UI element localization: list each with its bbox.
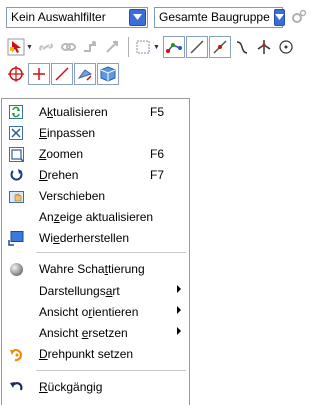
toolbar-row-1: Kein Auswahlfilter Gesamte Baugruppe	[6, 5, 311, 29]
constraint-icon[interactable]	[80, 37, 100, 57]
selection-filter-value: Kein Auswahlfilter	[11, 10, 106, 24]
axis-tool-icon[interactable]	[254, 37, 274, 57]
menu-item-drehen[interactable]: Drehen F7	[2, 165, 189, 186]
menu-separator	[36, 370, 186, 371]
restore-icon	[8, 230, 24, 246]
menu-item-label: Rückgängig	[39, 380, 103, 394]
menu-item-label: Aktualisieren	[39, 105, 108, 119]
context-menu: Aktualisieren F5 Einpassen Zoomen F6 Dre…	[1, 98, 190, 405]
menu-item-verschieben[interactable]: Verschieben	[2, 186, 189, 207]
toolbar-row-2: ▼ ▼	[6, 35, 298, 59]
crosshair-icon[interactable]	[28, 63, 50, 85]
select-tool-icon[interactable]	[6, 37, 26, 57]
box-select-icon[interactable]	[133, 37, 153, 57]
pivot-icon	[8, 346, 24, 362]
menu-item-label: Anzeige aktualisieren	[39, 210, 154, 224]
menu-item-label: Drehpunkt setzen	[39, 347, 134, 361]
curve-tool-icon[interactable]	[232, 37, 252, 57]
fit-icon	[8, 125, 24, 141]
refresh-icon	[8, 104, 24, 120]
center-circle-icon[interactable]	[6, 64, 26, 84]
menu-item-label: Ansicht orientieren	[39, 305, 139, 319]
assembly-scope-dropdown[interactable]: Gesamte Baugruppe	[154, 6, 285, 28]
shortcut-label: F5	[150, 105, 165, 119]
link-icon[interactable]	[36, 37, 56, 57]
diagonal-line-icon[interactable]	[51, 63, 73, 85]
rotate-icon	[8, 167, 24, 183]
menu-item-wiederherstellen[interactable]: Wiederherstellen	[2, 228, 189, 249]
cube-view-icon[interactable]	[97, 63, 119, 85]
shading-icon	[8, 261, 24, 277]
line-with-points-icon[interactable]	[208, 36, 231, 58]
menu-item-ansicht-ersetzen[interactable]: Ansicht ersetzen	[2, 323, 189, 344]
toolbar-separator	[127, 37, 129, 57]
menu-item-einpassen[interactable]: Einpassen	[2, 123, 189, 144]
menu-item-label: Drehen	[39, 168, 79, 182]
menu-item-zoomen[interactable]: Zoomen F6	[2, 144, 189, 165]
submenu-arrow-icon	[177, 306, 181, 314]
dropdown-arrow-icon[interactable]: ▼	[26, 44, 33, 51]
menu-item-label: Wiederherstellen	[39, 231, 130, 245]
settings-icon[interactable]	[289, 7, 309, 27]
selection-filter-dropdown[interactable]: Kein Auswahlfilter	[6, 6, 148, 28]
menu-item-rueckgaengig[interactable]: Rückgängig	[2, 377, 189, 398]
assembly-scope-value: Gesamte Baugruppe	[159, 10, 270, 24]
menu-item-label: Darstellungsart	[39, 284, 120, 298]
chevron-down-icon[interactable]	[129, 8, 146, 26]
menu-item-label: Verschieben	[39, 189, 106, 203]
zoom-icon	[8, 146, 24, 162]
dropdown-arrow-icon[interactable]: ▼	[153, 44, 160, 51]
submenu-arrow-icon	[177, 285, 181, 293]
submenu-arrow-icon	[177, 327, 181, 335]
align-icon[interactable]	[102, 37, 122, 57]
points-tool-icon[interactable]	[162, 36, 185, 58]
chain-icon[interactable]	[58, 37, 78, 57]
toolbar-area: Kein Auswahlfilter Gesamte Baugruppe ▼ ▼	[0, 0, 320, 96]
menu-item-label: Einpassen	[39, 126, 96, 140]
menu-item-ansicht-orientieren[interactable]: Ansicht orientieren	[2, 302, 189, 323]
menu-separator	[36, 252, 186, 253]
menu-item-label: Zoomen	[39, 147, 84, 161]
menu-item-aktualisieren[interactable]: Aktualisieren F5	[2, 102, 189, 123]
plane-tool-icon[interactable]	[74, 63, 96, 85]
shortcut-label: F6	[150, 147, 165, 161]
circle-point-icon[interactable]	[276, 37, 296, 57]
menu-item-darstellungsart[interactable]: Darstellungsart	[2, 281, 189, 302]
undo-icon	[8, 379, 24, 395]
pan-icon	[8, 188, 24, 204]
menu-item-label: Wahre Schattierung	[39, 262, 145, 276]
line-tool-icon[interactable]	[185, 36, 208, 58]
toolbar-row-3	[6, 62, 120, 86]
menu-item-drehpunkt-setzen[interactable]: Drehpunkt setzen	[2, 344, 189, 365]
shortcut-label: F7	[150, 168, 165, 182]
chevron-down-icon[interactable]	[273, 8, 285, 26]
menu-item-label: Ansicht ersetzen	[39, 326, 128, 340]
menu-item-anzeige-aktualisieren[interactable]: Anzeige aktualisieren	[2, 207, 189, 228]
menu-item-wahre-schattierung[interactable]: Wahre Schattierung	[2, 259, 189, 280]
